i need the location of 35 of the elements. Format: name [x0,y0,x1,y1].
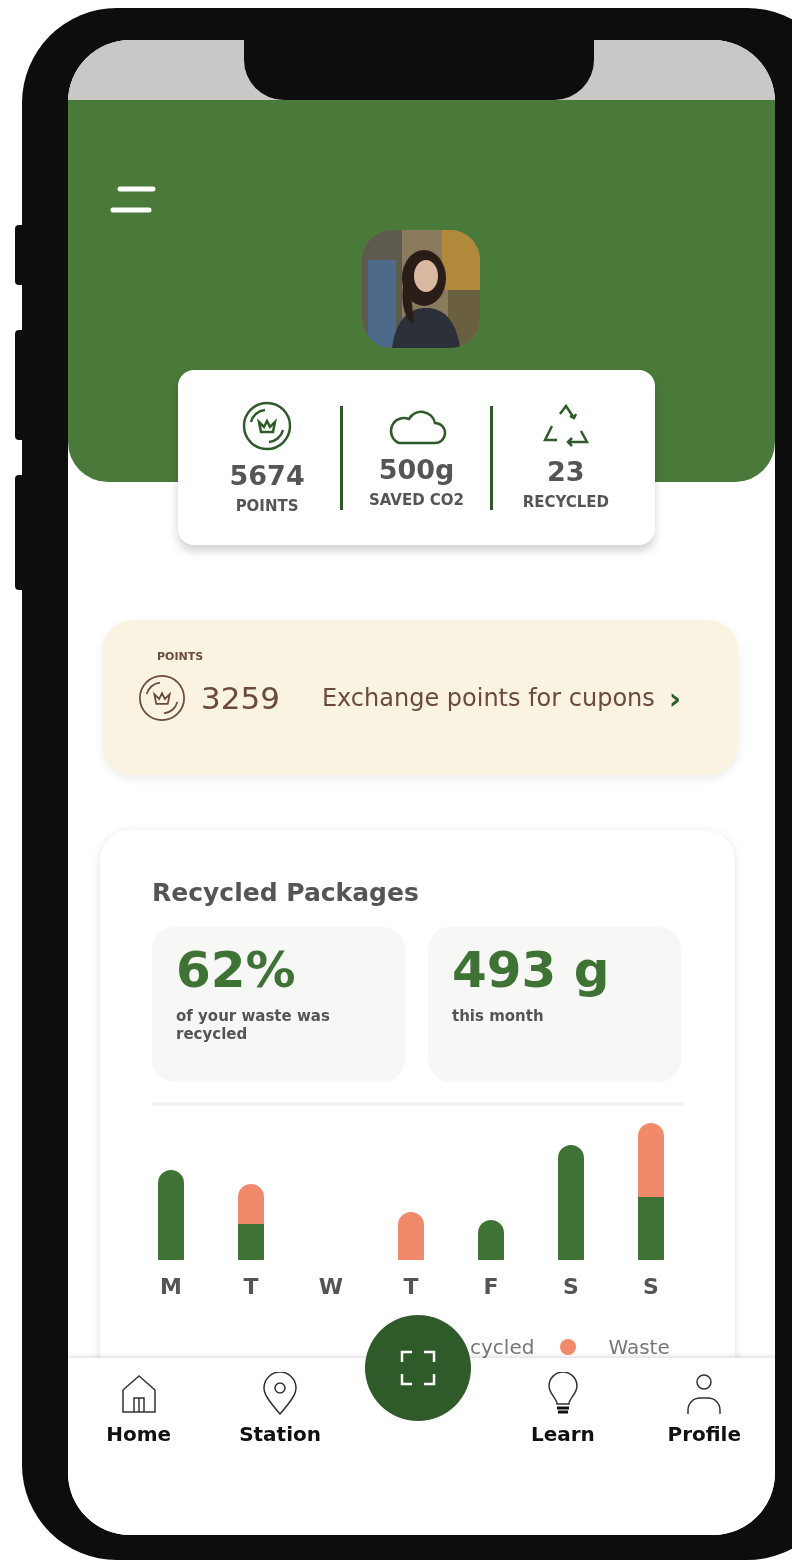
card-title: Recycled Packages [152,878,420,907]
points-value: 3259 [201,680,280,716]
exchange-link[interactable]: Exchange points for cupons [321,684,655,712]
stat-label: POINTS [235,497,299,515]
tile-caption: of your waste was recycled [176,1007,331,1043]
day-label: W [317,1274,345,1299]
day-label: F [482,1274,500,1299]
day-label: S [562,1274,580,1299]
stat-value: 500g [378,454,455,485]
nav-item[interactable]: Profile [633,1372,775,1452]
nav-item[interactable]: Home [68,1372,210,1452]
stat-value: 5674 [229,460,305,491]
day-label: T [242,1274,260,1299]
day-label: M [159,1274,183,1299]
day-label: S [642,1274,660,1299]
tile-value: 62% [176,941,297,999]
stat-label: SAVED CO2 [368,491,465,509]
chart-bar [478,1220,504,1260]
crown-coin-icon [137,673,187,723]
tile-value: 493 g [452,941,611,999]
stat-label: RECYCLED [522,493,610,511]
tile-caption: this month [452,1007,545,1025]
nav-item[interactable]: Station [209,1372,351,1452]
menu-icon[interactable] [110,186,156,214]
chart-bar [398,1212,424,1260]
legend-label: cycled [470,1335,535,1358]
scan-icon [400,1350,436,1386]
legend-label: Waste [608,1335,670,1358]
recycle-icon [541,404,590,448]
nav-item[interactable]: Learn [492,1372,634,1452]
points-label: POINTS [157,650,205,663]
stat-value: 23 [547,456,585,487]
chevron-icon[interactable]: › [668,680,682,716]
crown-coin-icon [241,400,294,452]
day-label: T [402,1274,420,1299]
